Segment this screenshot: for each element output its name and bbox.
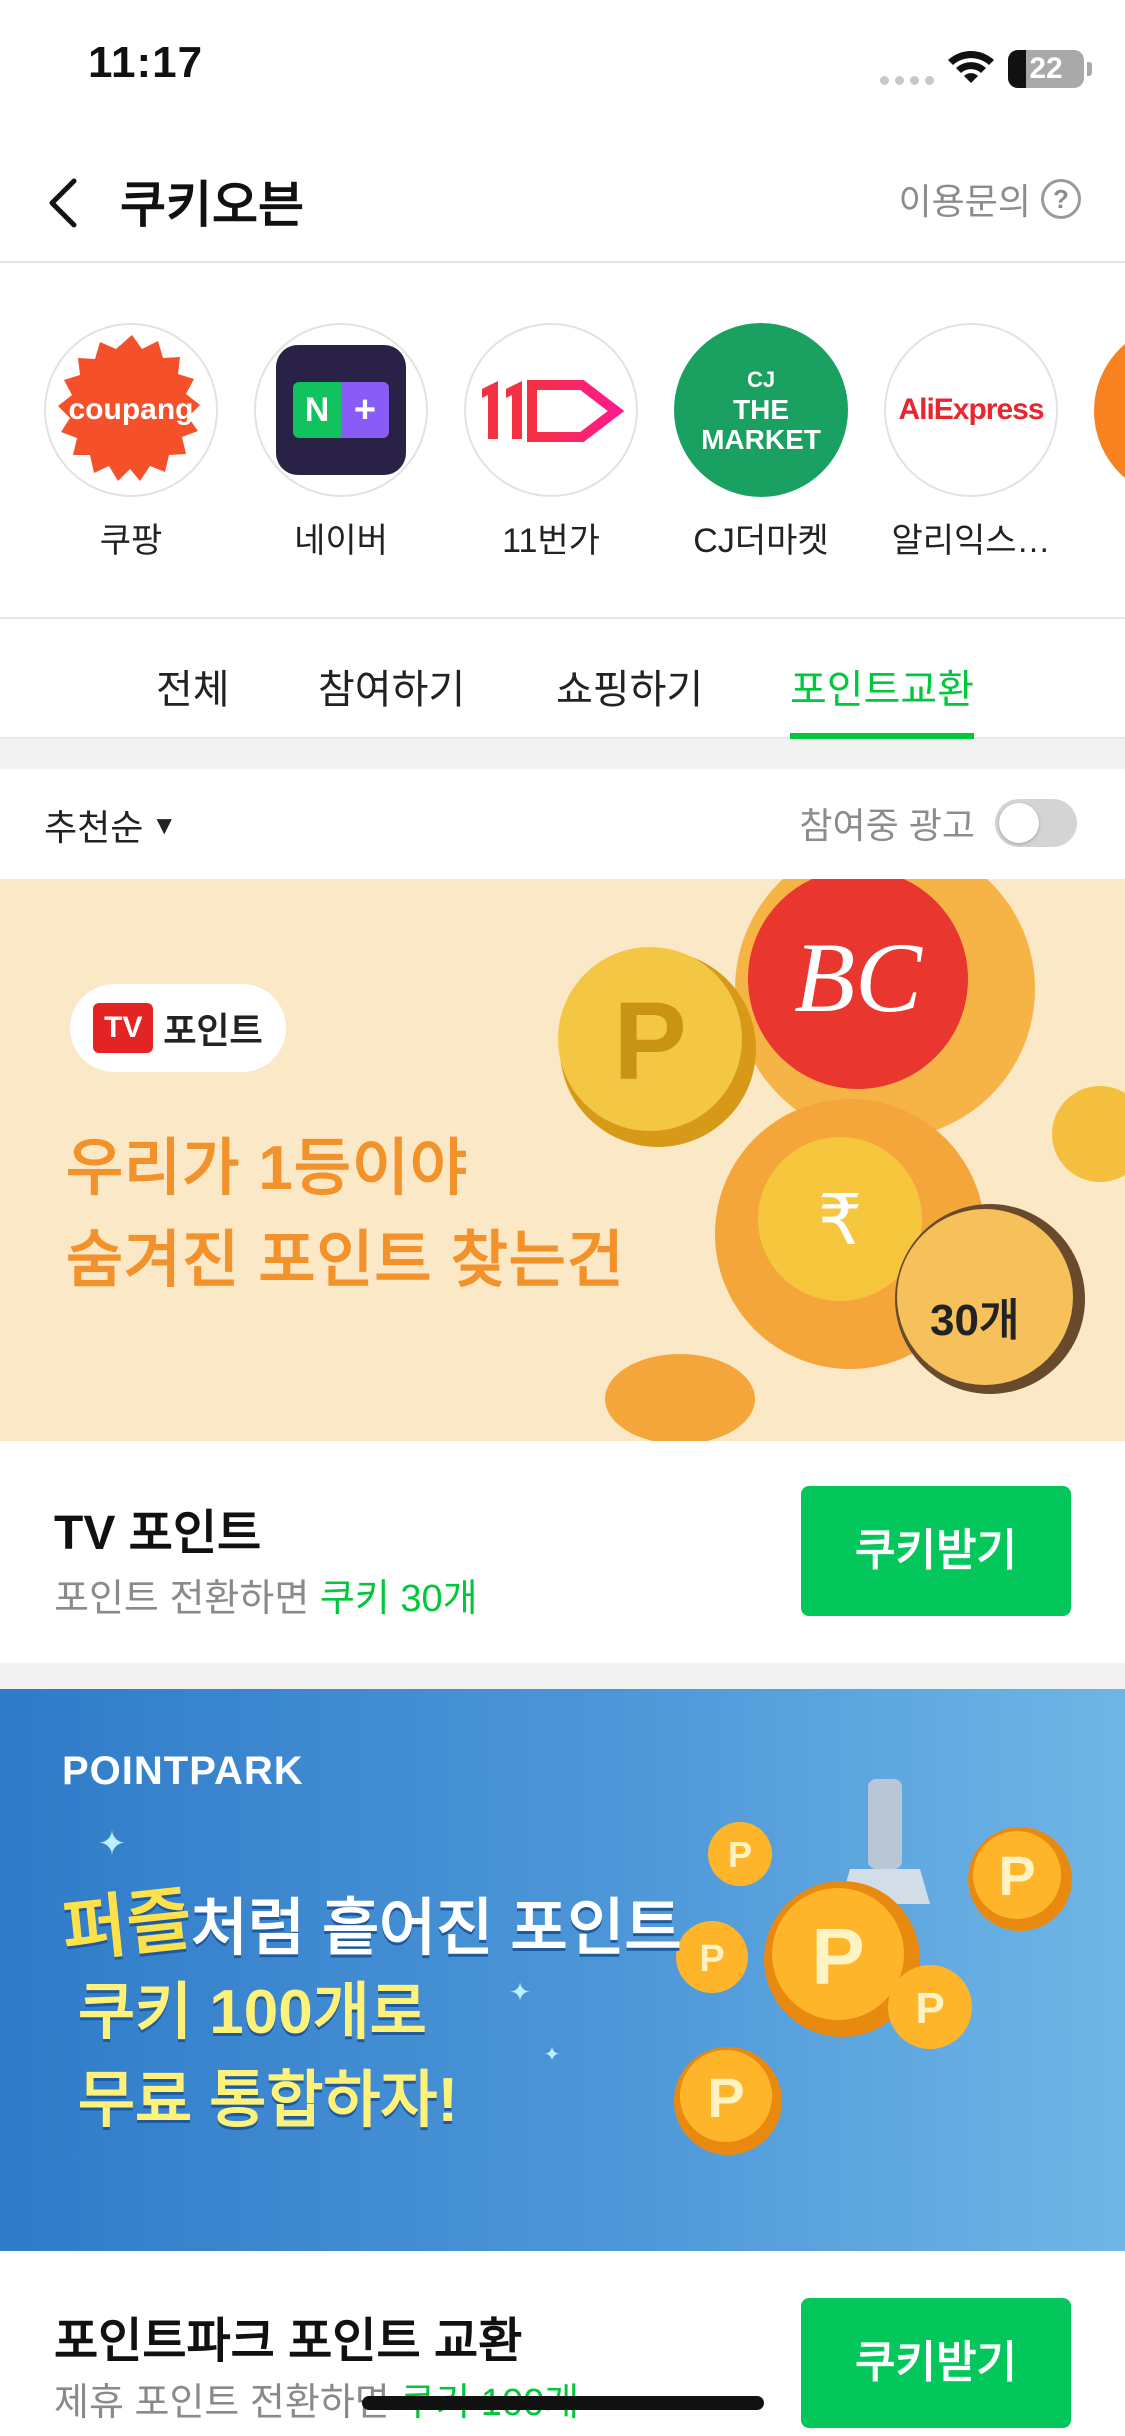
status-time: 11:17 [88,38,204,87]
offer-subtitle-prefix: 포인트 전환하면 [54,1578,320,1620]
caret-down-icon: ▼ [151,809,178,840]
section-divider [0,739,1125,769]
toggle-label: 참여중 광고 [799,805,975,846]
cj-logo-line: THE [733,394,789,425]
toggle-knob [999,803,1039,843]
svg-text:✦: ✦ [544,2044,561,2066]
banner-headline-line: 쿠키 100개로 [78,1978,427,2047]
category-tabs: 전체 참여하기 쇼핑하기 포인트교환 [0,619,1125,739]
back-arrow-icon[interactable] [40,173,90,233]
wifi-icon [948,51,994,83]
svg-text:✦: ✦ [98,1825,127,1863]
cj-logo-line: CJ [746,367,776,392]
participating-ads-filter: 참여중 광고 [799,797,1077,849]
section-divider [0,1663,1125,1689]
offer-subtitle: 포인트 전환하면 쿠키 30개 [54,1567,478,1622]
coupang-logo-text: coupang [68,393,194,426]
tab-all[interactable]: 전체 [156,657,230,715]
partner-11st[interactable]: 11번가 [451,323,651,562]
offer-title: TV 포인트 [54,1507,262,1560]
partner-aliexpress[interactable]: AliExpress 알리익스… [871,323,1071,562]
tab-point-exchange[interactable]: 포인트교환 [790,657,974,715]
partner-label: 쿠팡 [99,522,163,560]
help-link[interactable]: 이용문의 ? [899,173,1081,225]
svg-text:P: P [699,1938,724,1980]
eleven-street-logo [464,323,638,497]
naver-plus-logo: N + [254,323,428,497]
tab-shopping[interactable]: 쇼핑하기 [556,657,703,715]
banner-headline-line: 우리가 1등이야 [66,1134,468,1203]
sort-dropdown[interactable]: 추천순 ▼ [44,799,177,851]
svg-text:P: P [707,2066,744,2129]
tv-logo-box: TV [93,1003,154,1053]
banner-headline-line: 숨겨진 포인트 찾는건 [66,1226,625,1295]
battery-level: 22 [1029,52,1063,85]
partner-label: 11번가 [502,522,600,560]
status-bar: 11:17 22 [0,0,1125,135]
home-indicator [362,2396,764,2410]
cellular-signal-icon [880,76,934,85]
coin-count-badge: 30개 [930,1296,1020,1345]
puzzle-word: 퍼즐 [58,1879,196,1971]
pointpark-banner[interactable]: P P P P P P ✦ ✦ ✦ POINTPARK 퍼즐처럼 흩어진 포인트… [0,1689,1125,2251]
svg-text:P: P [728,1834,752,1875]
headline-rest: 처럼 흩어진 포인트 [190,1894,682,1963]
get-cookies-button[interactable]: 쿠키받기 [801,2298,1071,2428]
tv-point-banner[interactable]: BC P ₹ 30개 TV 포인트 우리가 1등이야 숨겨진 포인트 찾는건 [0,879,1125,1441]
svg-text:BC: BC [794,922,923,1033]
svg-text:P: P [613,980,686,1103]
banner-headline-line: 퍼즐처럼 흩어진 포인트 [59,1869,682,1970]
partner-strip[interactable]: coupang 쿠팡 N + 네이버 11번가 CJ THE MARKET CJ… [0,263,1125,619]
partner-label: CJ더마켓 [693,522,829,560]
tab-participate[interactable]: 참여하기 [318,657,465,715]
svg-text:✦: ✦ [509,1977,531,2007]
pointpark-logo: POINTPARK [62,1749,304,1793]
svg-text:P: P [811,1912,864,2001]
partner-naver[interactable]: N + 네이버 [241,323,441,562]
sort-label: 추천순 [44,807,144,848]
question-icon: ? [1041,179,1081,219]
get-cookies-button[interactable]: 쿠키받기 [801,1486,1071,1616]
help-label: 이용문의 [898,181,1031,222]
banner-headline-line: 무료 통합하자! [78,2066,459,2135]
partner-coupang[interactable]: coupang 쿠팡 [31,323,231,562]
svg-text:P: P [915,1984,944,2033]
offer-title: 포인트파크 포인트 교환 [54,2315,523,2368]
offer-reward: 쿠키 30개 [319,1578,478,1620]
partner-next-partial[interactable] [1094,323,1125,499]
svg-text:P: P [998,1844,1035,1907]
aliexpress-logo: AliExpress [884,323,1058,497]
coupang-logo: coupang [44,323,218,497]
tv-logo-word: 포인트 [163,1010,263,1051]
tv-point-brand-pill: TV 포인트 [70,984,286,1072]
offer-subtitle-prefix: 제휴 포인트 전환하면 [54,2382,401,2424]
partner-cj-the-market[interactable]: CJ THE MARKET CJ더마켓 [661,323,861,562]
svg-text:₹: ₹ [818,1183,863,1260]
cj-logo-line: MARKET [701,424,821,455]
aliexpress-logo-text: AliExpress [898,393,1044,426]
partner-label: 네이버 [294,522,388,560]
partner-label: 알리익스… [891,522,1051,560]
page-title: 쿠키오븐 [120,177,304,233]
offer-row: TV 포인트 포인트 전환하면 쿠키 30개 쿠키받기 [0,1441,1125,1663]
battery-icon: 22 [1008,50,1092,88]
cj-the-market-logo: CJ THE MARKET [674,323,848,497]
participating-ads-toggle[interactable] [995,799,1077,847]
filter-row: 추천순 ▼ 참여중 광고 [0,769,1125,879]
nav-header: 쿠키오븐 이용문의 ? [0,135,1125,263]
